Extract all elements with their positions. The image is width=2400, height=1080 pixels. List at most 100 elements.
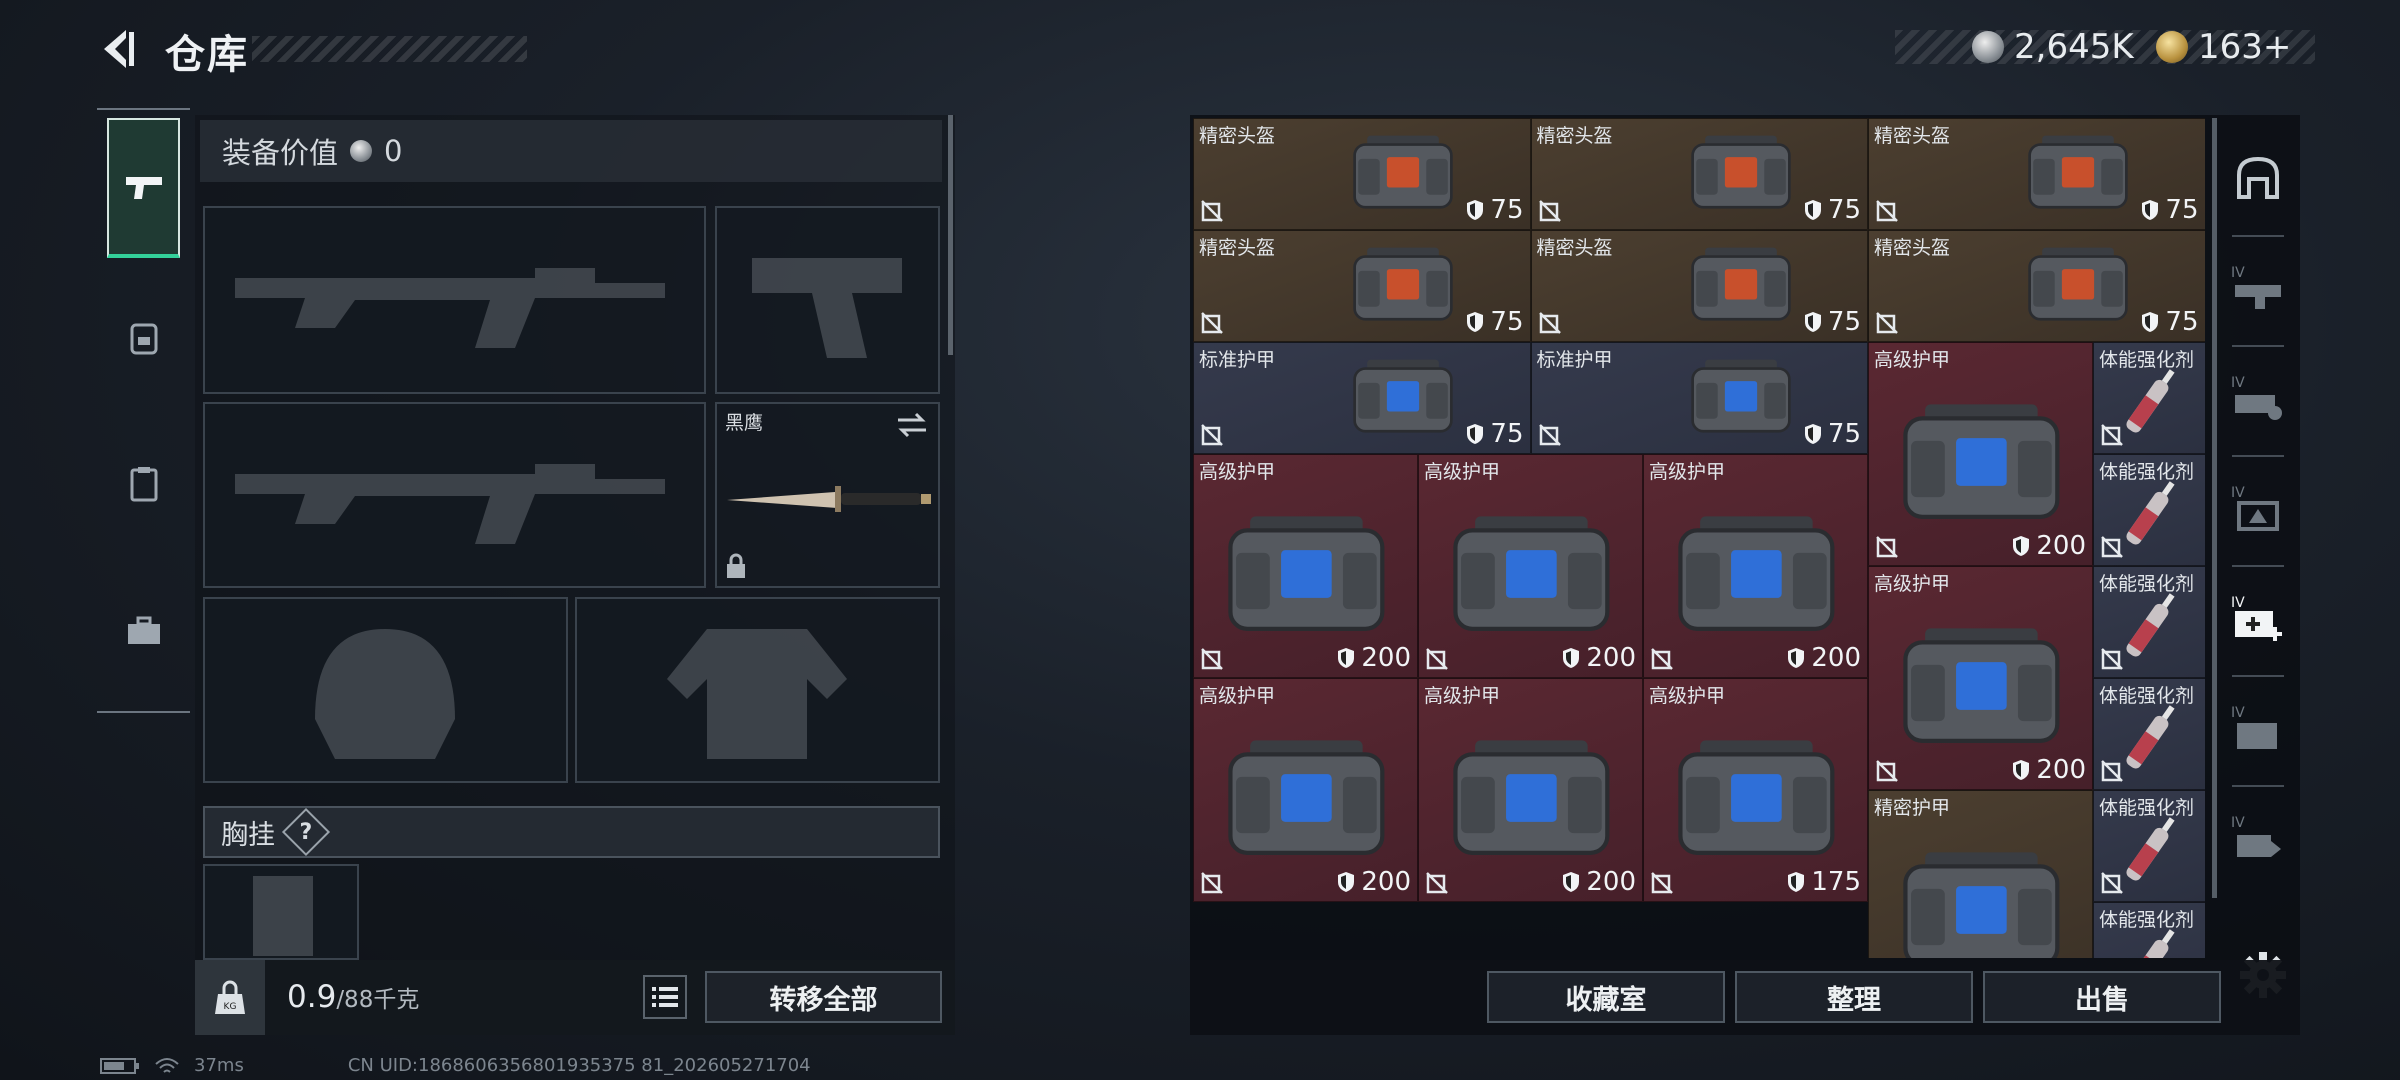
sell-button[interactable]: 出售 <box>1983 971 2221 1023</box>
rifle-silhouette-icon <box>235 464 665 544</box>
swap-icon[interactable] <box>896 412 928 438</box>
svg-text:IV: IV <box>2231 705 2245 721</box>
weight-icon: KG <box>195 960 265 1035</box>
melee-slot[interactable]: 黑鹰 <box>715 402 940 588</box>
no-insurance-icon <box>2101 760 2123 782</box>
durability-shield-icon <box>1467 312 1484 332</box>
inventory-item[interactable]: 体能强化剂 <box>2093 566 2205 678</box>
secondary-weapon-slot[interactable] <box>203 402 706 588</box>
item-name: 高级护甲 <box>1649 685 1726 707</box>
inventory-item[interactable]: 高级护甲 200 <box>1193 678 1418 902</box>
gold-currency[interactable]: 163+ <box>2156 24 2291 70</box>
no-insurance-icon <box>1538 200 1561 222</box>
filter-ammo-iv-icon[interactable]: IV <box>2230 370 2286 426</box>
inventory-item[interactable]: 精密头盔 75 <box>1193 230 1531 342</box>
no-insurance-icon <box>2101 424 2123 446</box>
no-insurance-icon <box>1201 200 1223 222</box>
item-name: 高级护甲 <box>1199 685 1276 707</box>
inventory-item[interactable]: 精密头盔 75 <box>1868 230 2205 342</box>
inventory-item[interactable]: 体能强化剂 <box>2093 454 2205 566</box>
weight-max: /88千克 <box>336 987 420 1013</box>
backpack-icon <box>130 323 157 355</box>
inventory-item[interactable]: 高级护甲 200 <box>1868 342 2093 566</box>
inventory-item[interactable]: 标准护甲 75 <box>1193 342 1531 454</box>
no-insurance-icon <box>1876 760 1898 782</box>
help-icon[interactable]: ? <box>281 807 331 857</box>
no-insurance-icon <box>1201 872 1223 894</box>
inventory-item[interactable]: 标准护甲 75 <box>1530 342 1868 454</box>
inventory-item[interactable]: 高级护甲 200 <box>1193 454 1418 678</box>
item-name: 精密头盔 <box>1536 125 1613 147</box>
durability-value: 75 <box>1490 307 1524 337</box>
no-insurance-icon <box>2101 648 2123 670</box>
equipment-case-icon <box>1453 516 1610 632</box>
no-insurance-icon <box>1651 648 1673 670</box>
tab-weapons[interactable] <box>107 118 180 258</box>
durability-value: 75 <box>1827 307 1861 337</box>
durability-value: 75 <box>2165 307 2199 337</box>
durability-value: 200 <box>1586 643 1636 673</box>
inventory-item[interactable]: 体能强化剂 <box>2093 790 2205 902</box>
durability-shield-icon <box>1804 200 1821 220</box>
page-title: 仓库 <box>165 32 249 78</box>
item-durability: 75 <box>1466 195 1524 225</box>
durability-shield-icon <box>1338 872 1355 892</box>
carry-weight: 0.9/88千克 <box>287 979 419 1015</box>
rifle-silhouette-icon <box>235 268 665 348</box>
durability-value: 200 <box>1361 867 1411 897</box>
filter-weapon-iv-icon[interactable]: IV <box>2230 260 2286 316</box>
no-insurance-icon <box>1538 312 1561 334</box>
inventory-item[interactable]: 高级护甲 175 <box>1643 678 1868 902</box>
back-arrow-icon[interactable] <box>96 26 142 72</box>
inventory-item[interactable]: 精密头盔 75 <box>1530 230 1868 342</box>
durability-value: 75 <box>2165 195 2199 225</box>
primary-weapon-slot[interactable] <box>203 206 706 394</box>
sort-button[interactable]: 整理 <box>1735 971 1973 1023</box>
filter-container-iv-icon[interactable]: IV <box>2230 700 2286 756</box>
tab-clipboard[interactable] <box>107 414 180 554</box>
tab-backpack[interactable] <box>107 267 180 407</box>
equipment-case-icon <box>1453 740 1610 856</box>
filter-medical-iv-icon[interactable]: IV <box>2230 590 2286 646</box>
inventory-item[interactable]: 高级护甲 200 <box>1418 454 1643 678</box>
inventory-grid: 精密头盔 75 精密头盔 75 精密头盔 75 精密头盔 75 精密头盔 75 精密头盔 75 标准护甲… <box>1193 118 2205 958</box>
transfer-all-button[interactable]: 转移全部 <box>705 971 942 1023</box>
tab-toolbox[interactable] <box>107 562 180 702</box>
filter-all-icon[interactable] <box>2230 150 2286 206</box>
no-insurance-icon <box>1426 648 1448 670</box>
inventory-item[interactable]: 精密护甲 <box>1868 790 2093 958</box>
inventory-item[interactable]: 体能强化剂 <box>2093 678 2205 790</box>
svg-text:KG: KG <box>224 1002 237 1012</box>
no-insurance-icon <box>2101 536 2123 558</box>
svg-text:IV: IV <box>2231 265 2245 281</box>
chest-rig-slot[interactable] <box>203 864 359 960</box>
pistol-slot[interactable] <box>715 206 940 394</box>
inventory-item[interactable]: 体能强化剂 <box>2093 342 2205 454</box>
equipment-case-icon <box>1678 740 1835 856</box>
kettlebell-icon: KG <box>215 980 245 1014</box>
inventory-item[interactable]: 高级护甲 200 <box>1643 454 1868 678</box>
inventory-item[interactable]: 高级护甲 200 <box>1868 566 2093 790</box>
collection-room-button[interactable]: 收藏室 <box>1487 971 1725 1023</box>
inventory-item[interactable]: 体能强化剂 <box>2093 902 2205 958</box>
item-name: 标准护甲 <box>1199 349 1276 371</box>
toolbox-icon <box>127 616 160 644</box>
svg-text:IV: IV <box>2231 485 2245 501</box>
list-view-button[interactable] <box>643 975 687 1019</box>
durability-shield-icon <box>1338 648 1355 668</box>
armor-slot[interactable] <box>575 597 940 783</box>
inventory-item[interactable]: 高级护甲 200 <box>1418 678 1643 902</box>
inventory-item[interactable]: 精密头盔 75 <box>1193 118 1531 230</box>
item-name: 体能强化剂 <box>2099 797 2195 819</box>
helmet-slot[interactable] <box>203 597 568 783</box>
inventory-scrollbar[interactable] <box>2212 118 2217 898</box>
pistol-silhouette-icon <box>752 258 902 358</box>
filter-misc-iv-icon[interactable]: IV <box>2230 810 2286 866</box>
filter-gear-iv-icon[interactable]: IV <box>2230 480 2286 536</box>
inventory-item[interactable]: 精密头盔 75 <box>1530 118 1868 230</box>
durability-shield-icon <box>1563 648 1580 668</box>
equipment-scrollbar[interactable] <box>948 115 953 355</box>
inventory-item[interactable]: 精密头盔 75 <box>1868 118 2205 230</box>
uid-text: CN UID:1868606356801935375 81_2026052717… <box>347 1055 811 1076</box>
item-name: 高级护甲 <box>1199 461 1276 483</box>
